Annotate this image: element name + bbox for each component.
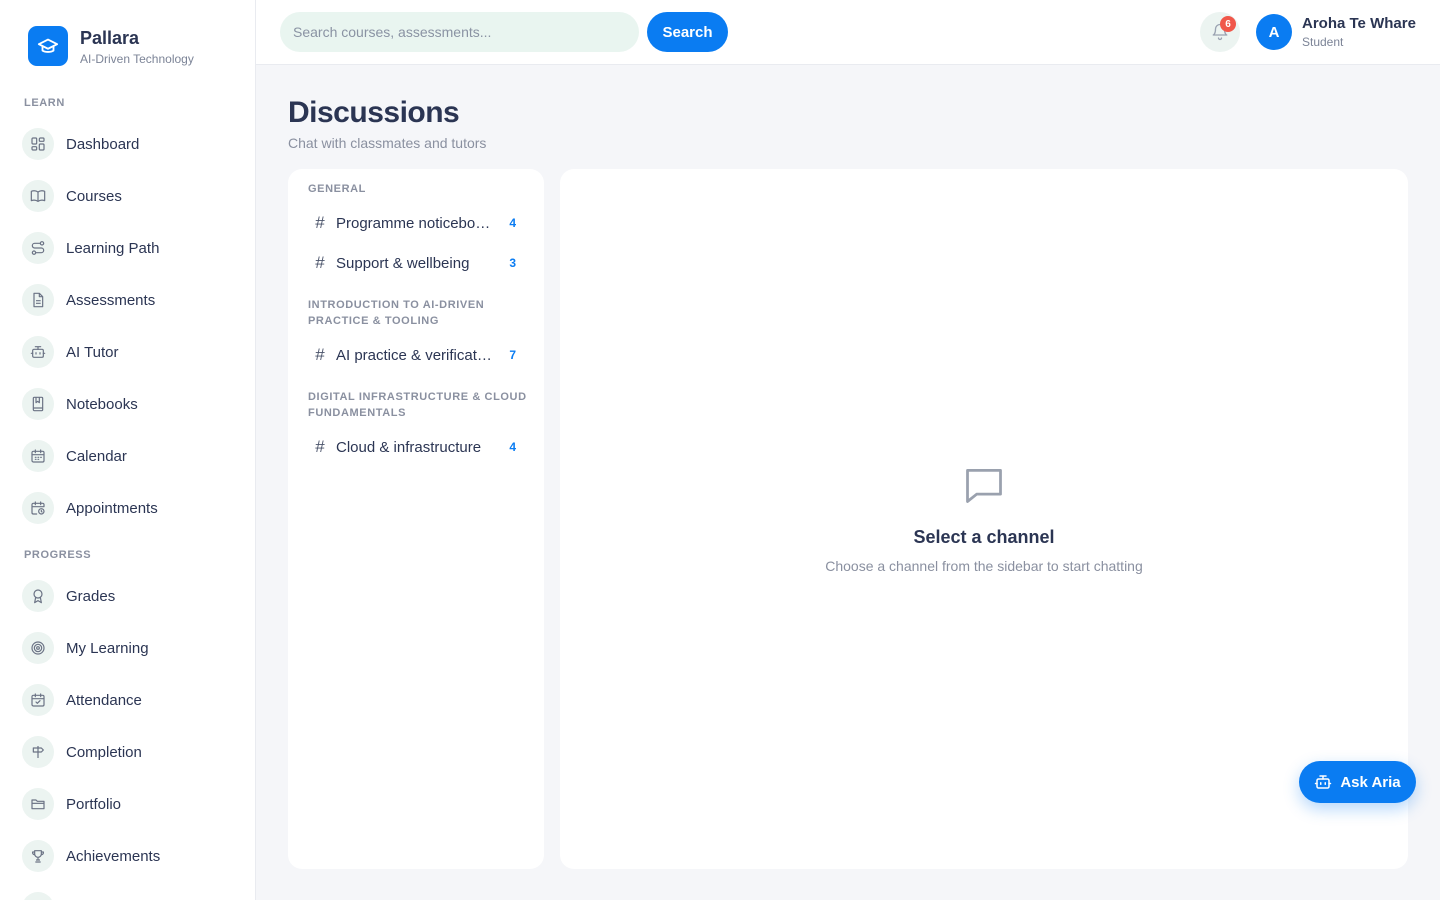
award-icon — [22, 580, 54, 612]
sidebar-item-label: Assessments — [66, 291, 156, 309]
bot-icon — [22, 336, 54, 368]
hash-icon: # — [315, 253, 325, 272]
sidebar-item-completion[interactable]: Completion — [22, 736, 142, 768]
folder-icon — [22, 788, 54, 820]
sidebar-item-label: Learning Path — [66, 239, 160, 257]
empty-state-title: Select a channel — [913, 527, 1055, 547]
brand[interactable]: Pallara AI-Driven Technology — [28, 26, 194, 66]
unread-count: 4 — [509, 216, 516, 230]
hash-icon: # — [315, 437, 325, 456]
book-icon — [22, 180, 54, 212]
brand-name: Pallara — [80, 27, 140, 48]
sidebar-item-label: Notebooks — [66, 395, 138, 413]
unread-count: 4 — [509, 440, 516, 454]
user-role: Student — [1302, 35, 1344, 49]
sidebar-item-dashboard[interactable]: Dashboard — [22, 128, 139, 160]
sidebar-item-label: Dashboard — [66, 135, 140, 153]
chat-panel: Select a channel Choose a channel from t… — [560, 169, 1408, 869]
sidebar-item-appointments[interactable]: Appointments — [22, 492, 158, 524]
dashboard-icon — [22, 128, 54, 160]
sidebar-item-label: AI Tutor — [66, 343, 119, 361]
brand-subtitle: AI-Driven Technology — [80, 51, 194, 66]
channel-name: Support & wellbeing — [336, 254, 470, 272]
channel-name: Cloud & infrastructure — [336, 438, 482, 456]
topbar: Search 6 A Aroha Te Whare Student — [256, 0, 1440, 65]
sidebar-item-portfolio[interactable]: Portfolio — [22, 788, 121, 820]
channel-item[interactable]: # Support & wellbeing 3 — [302, 246, 530, 280]
nav-section-progress: PROGRESS — [24, 549, 92, 561]
more-icon — [22, 892, 54, 900]
channel-group-title: DIGITAL INFRASTRUCTURE & CLOUD FUNDAMENT… — [308, 391, 527, 419]
graduation-cap-icon — [28, 26, 68, 66]
channel-list: GENERAL # Programme noticeboard 4 # Supp… — [288, 169, 544, 869]
channel-group-title: GENERAL — [308, 183, 366, 195]
channel-item[interactable]: # AI practice & verification 7 — [302, 338, 530, 372]
avatar[interactable]: A — [1256, 14, 1292, 50]
search-button[interactable]: Search — [647, 12, 728, 52]
sidebar-item-achievements[interactable]: Achievements — [22, 840, 160, 872]
calendar-icon — [22, 440, 54, 472]
sidebar-item-label: Portfolio — [66, 795, 122, 813]
channel-group-title: INTRODUCTION TO AI-DRIVEN PRACTICE & TOO… — [308, 299, 485, 327]
route-icon — [22, 232, 54, 264]
sidebar-item-label: Completion — [66, 743, 142, 761]
document-icon — [22, 284, 54, 316]
signpost-icon — [22, 736, 54, 768]
page-subtitle: Chat with classmates and tutors — [288, 135, 487, 151]
search-input[interactable] — [280, 12, 639, 52]
trophy-icon — [22, 840, 54, 872]
sidebar-item-grades[interactable]: Grades — [22, 580, 115, 612]
sidebar-item-label: Calendar — [66, 447, 127, 465]
sidebar-item-label: Achievements — [66, 847, 161, 865]
sidebar-item-label: Attendance — [66, 691, 142, 709]
channel-name: Programme noticeboard — [336, 214, 492, 232]
sidebar-item-courses[interactable]: Courses — [22, 180, 122, 212]
sidebar-item-label: Courses — [66, 187, 122, 205]
unread-count: 3 — [509, 256, 516, 270]
hash-icon: # — [315, 213, 325, 232]
channel-name: AI practice & verification — [336, 346, 492, 364]
sidebar-item-notebooks[interactable]: Notebooks — [22, 388, 138, 420]
empty-state-subtitle: Choose a channel from the sidebar to sta… — [825, 558, 1143, 574]
channel-item[interactable]: # Programme noticeboard 4 — [302, 206, 530, 240]
sidebar-item-assessments[interactable]: Assessments — [22, 284, 155, 316]
sidebar-item-ai-tutor[interactable]: AI Tutor — [22, 336, 119, 368]
calendar-check-icon — [22, 684, 54, 716]
sidebar-item-label: My Learning — [66, 639, 149, 657]
target-icon — [22, 632, 54, 664]
calendar-clock-icon — [22, 492, 54, 524]
sidebar-item-attendance[interactable]: Attendance — [22, 684, 142, 716]
sidebar-item-my-learning[interactable]: My Learning — [22, 632, 149, 664]
sidebar-item-learning-path[interactable]: Learning Path — [22, 232, 159, 264]
notebook-icon — [22, 388, 54, 420]
sidebar-item-more[interactable] — [22, 892, 54, 900]
message-square-icon — [966, 468, 1002, 503]
sidebar-item-calendar[interactable]: Calendar — [22, 440, 127, 472]
page-title: Discussions — [288, 96, 460, 129]
ask-aria-label: Ask Aria — [1340, 773, 1401, 791]
hash-icon: # — [315, 345, 325, 364]
channel-item[interactable]: # Cloud & infrastructure 4 — [302, 430, 530, 464]
unread-count: 7 — [509, 348, 516, 362]
nav-section-learn: LEARN — [24, 97, 65, 109]
ask-aria-button[interactable]: Ask Aria — [1299, 761, 1416, 803]
notifications-button[interactable]: 6 — [1200, 12, 1240, 52]
bot-icon — [1315, 775, 1332, 789]
sidebar-item-label: Grades — [66, 587, 116, 605]
notification-badge: 6 — [1220, 16, 1236, 32]
user-name: Aroha Te Whare — [1302, 15, 1416, 32]
sidebar-item-label: Appointments — [66, 499, 158, 517]
sidebar: Pallara AI-Driven Technology LEARN Dashb… — [0, 0, 256, 900]
